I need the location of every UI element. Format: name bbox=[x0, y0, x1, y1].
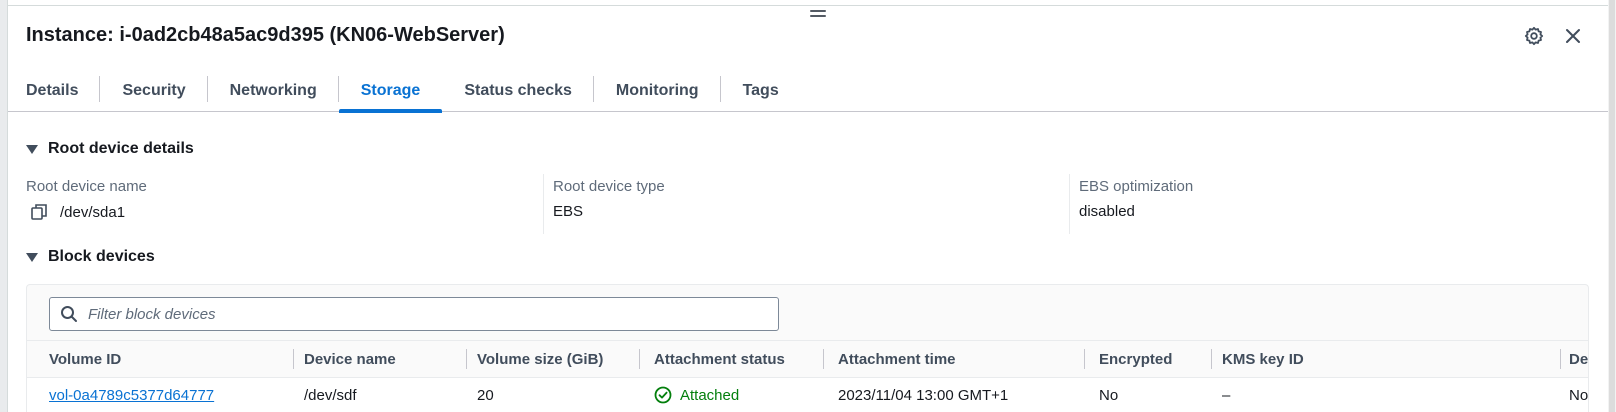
column-header-delete[interactable]: Delete bbox=[1569, 341, 1588, 377]
field-label: Root device name bbox=[26, 178, 147, 195]
tab-bar: Details Security Networking Storage Stat… bbox=[8, 70, 1608, 113]
scrollbar-thumb[interactable] bbox=[1609, 0, 1615, 412]
status-badge: Attached bbox=[654, 386, 739, 404]
column-header-encrypted[interactable]: Encrypted bbox=[1099, 341, 1212, 377]
caret-down-icon bbox=[26, 144, 38, 154]
attachment-time-cell: 2023/11/04 13:00 GMT+1 bbox=[838, 386, 1009, 404]
panel-header: Instance: i-0ad2cb48a5ac9d395 (KN06-WebS… bbox=[26, 24, 505, 47]
field-label: Root device type bbox=[553, 178, 665, 195]
tab-monitoring[interactable]: Monitoring bbox=[594, 70, 721, 112]
field-value: EBS bbox=[553, 203, 584, 220]
encrypted-cell: No bbox=[1099, 386, 1119, 404]
table-header: Volume ID Device name Volume size (GiB) … bbox=[27, 340, 1588, 378]
gear-icon[interactable] bbox=[1522, 24, 1546, 48]
column-header-volume-id[interactable]: Volume ID bbox=[49, 341, 294, 377]
tab-label: Storage bbox=[360, 82, 421, 99]
tab-label: Tags bbox=[742, 82, 779, 99]
tab-label: Networking bbox=[229, 82, 317, 99]
root-device-details-toggle[interactable]: Root device details bbox=[26, 140, 194, 158]
field-value: disabled bbox=[1079, 203, 1135, 220]
copy-icon[interactable] bbox=[30, 203, 48, 221]
tab-label: Details bbox=[26, 82, 79, 99]
section-title: Block devices bbox=[48, 248, 155, 265]
tab-storage[interactable]: Storage bbox=[338, 70, 443, 113]
volume-id-cell[interactable]: vol-0a4789c5377d64777 bbox=[49, 378, 294, 412]
column-header-device-name[interactable]: Device name bbox=[304, 341, 467, 377]
left-edge bbox=[0, 0, 8, 412]
filter-block-devices-input[interactable] bbox=[88, 305, 768, 323]
scrollbar[interactable] bbox=[1608, 0, 1616, 412]
caret-down-icon bbox=[26, 252, 38, 262]
tab-label: Status checks bbox=[464, 82, 572, 99]
panel-top-border bbox=[8, 5, 1608, 6]
kms-key-id-cell: – bbox=[1222, 386, 1231, 404]
attachment-status-cell: Attached bbox=[654, 378, 824, 412]
table-row: vol-0a4789c5377d64777 /dev/sdf 20 Attach… bbox=[27, 378, 1588, 412]
block-devices-toggle[interactable]: Block devices bbox=[26, 248, 155, 266]
volume-size-cell: 20 bbox=[477, 386, 494, 404]
check-circle-icon bbox=[654, 386, 672, 404]
column-header-kms-key-id[interactable]: KMS key ID bbox=[1222, 341, 1561, 377]
device-name-cell: /dev/sdf bbox=[304, 386, 357, 404]
section-title: Root device details bbox=[48, 140, 194, 157]
tab-security[interactable]: Security bbox=[100, 70, 208, 112]
root-device-name-field: Root device name /dev/sda1 bbox=[26, 174, 544, 234]
page-title: Instance: i-0ad2cb48a5ac9d395 (KN06-WebS… bbox=[26, 24, 505, 46]
filter-block-devices-input-wrapper[interactable] bbox=[49, 297, 779, 331]
tab-status-checks[interactable]: Status checks bbox=[442, 70, 594, 112]
ebs-optimization-field: EBS optimization disabled bbox=[1069, 174, 1589, 234]
volume-id-link[interactable]: vol-0a4789c5377d64777 bbox=[49, 387, 214, 404]
tab-details[interactable]: Details bbox=[8, 70, 101, 112]
drag-handle-icon[interactable] bbox=[810, 10, 826, 20]
column-header-attachment-time[interactable]: Attachment time bbox=[838, 341, 1085, 377]
tab-label: Monitoring bbox=[615, 82, 699, 99]
root-device-type-field: Root device type EBS bbox=[543, 174, 1069, 234]
tab-networking[interactable]: Networking bbox=[208, 70, 339, 112]
block-devices-table-container: Volume ID Device name Volume size (GiB) … bbox=[26, 284, 1589, 412]
close-icon[interactable] bbox=[1561, 24, 1585, 48]
search-icon bbox=[61, 306, 77, 322]
delete-on-termination-cell: No bbox=[1569, 386, 1588, 404]
instance-details-panel: Instance: i-0ad2cb48a5ac9d395 (KN06-WebS… bbox=[0, 0, 1616, 412]
tab-label: Security bbox=[122, 82, 186, 99]
field-label: EBS optimization bbox=[1079, 178, 1194, 195]
tab-tags[interactable]: Tags bbox=[721, 70, 801, 112]
block-devices-table: Volume ID Device name Volume size (GiB) … bbox=[27, 340, 1588, 412]
column-header-attachment-status[interactable]: Attachment status bbox=[654, 341, 824, 377]
field-value: /dev/sda1 bbox=[60, 203, 126, 221]
column-header-volume-size[interactable]: Volume size (GiB) bbox=[477, 341, 640, 377]
status-text: Attached bbox=[680, 386, 740, 404]
